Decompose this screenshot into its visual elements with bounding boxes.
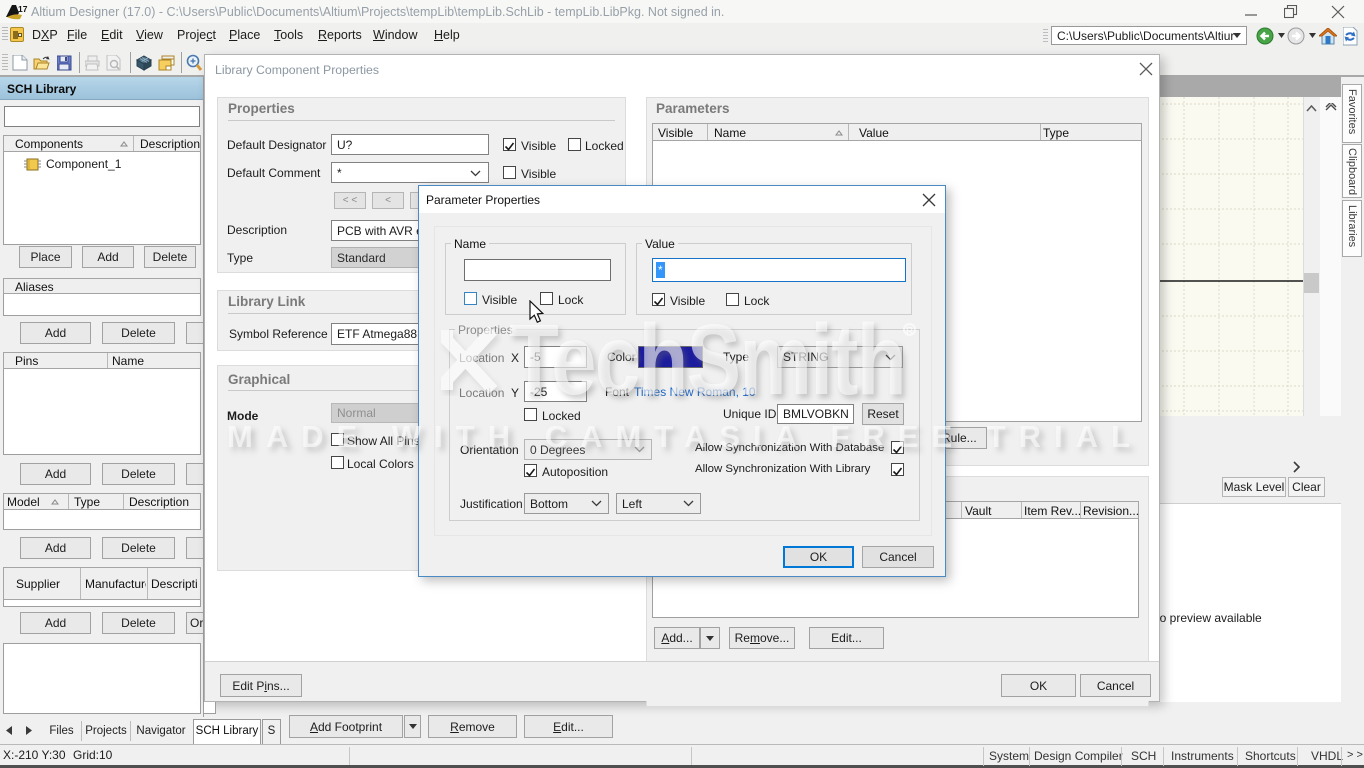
svg-text:17: 17 xyxy=(18,4,28,14)
